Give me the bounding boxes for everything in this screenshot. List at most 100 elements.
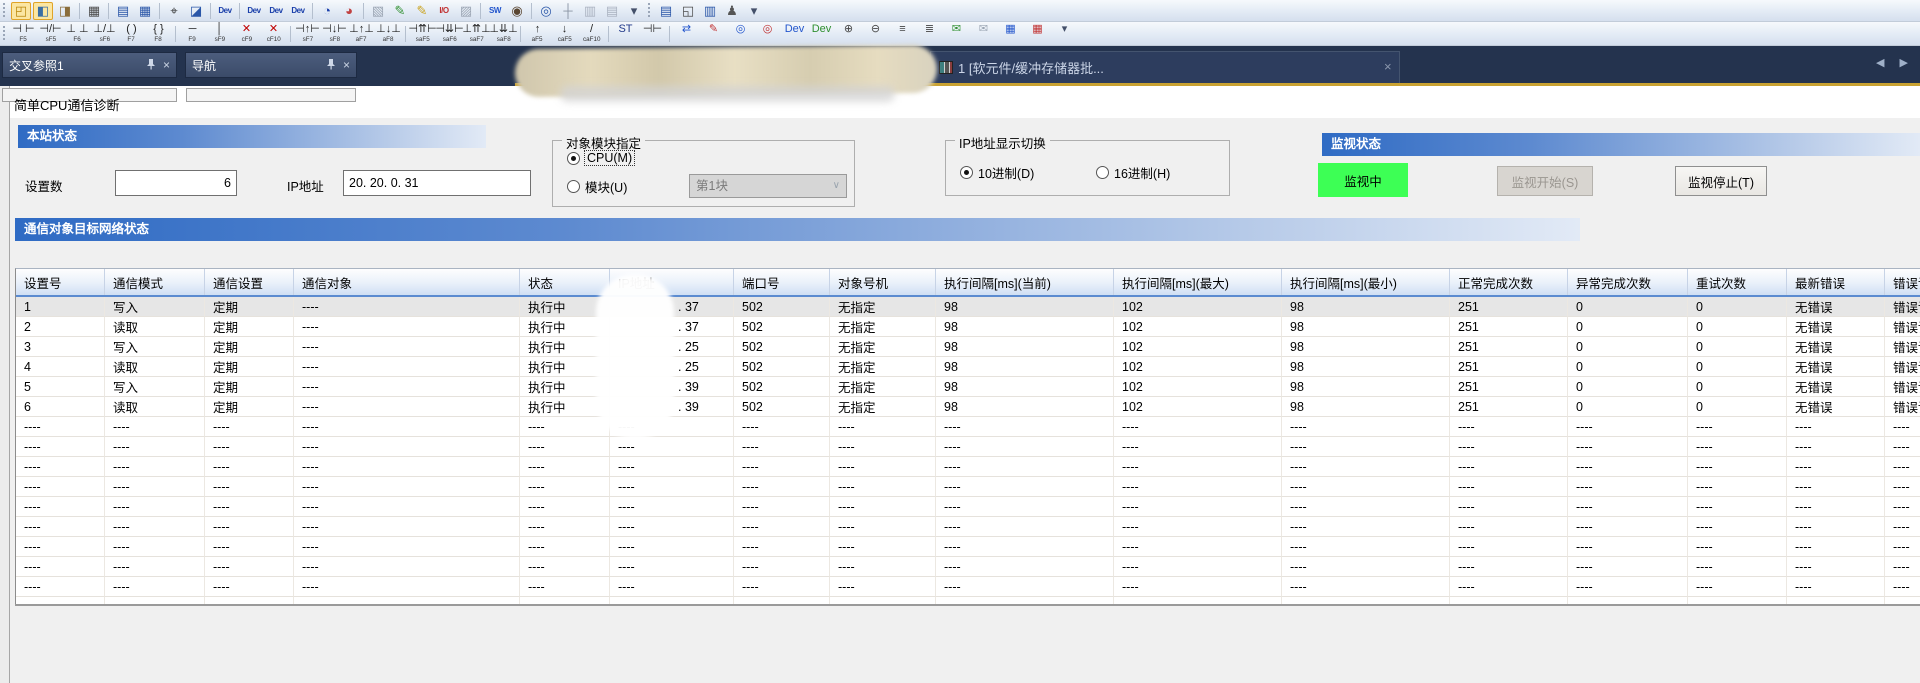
table-row[interactable]: 6读取定期----执行中. 39502无指定981029825100无错误错误详… — [16, 397, 1920, 417]
write-edit-icon[interactable]: ✎ — [390, 2, 410, 20]
table-cell[interactable]: ---- — [830, 417, 936, 437]
table-row[interactable]: 5写入定期----执行中. 39502无指定981029825100无错误错误详… — [16, 377, 1920, 397]
v-line-icon[interactable]: │sF9 — [207, 23, 232, 45]
column-header[interactable]: 执行间隔[ms](最大) — [1114, 269, 1282, 295]
table-cell[interactable]: 错误详细 — [1885, 297, 1920, 317]
table-cell[interactable]: 98 — [936, 337, 1114, 357]
table-row[interactable]: ----------------------------------------… — [16, 537, 1920, 557]
table-cell[interactable]: ---- — [520, 517, 610, 537]
table-cell[interactable]: ---- — [1282, 537, 1450, 557]
table-cell[interactable]: ---- — [294, 477, 520, 497]
table-cell[interactable]: ---- — [205, 537, 294, 557]
table-cell[interactable]: ---- — [610, 457, 734, 477]
table-cell[interactable]: ---- — [734, 437, 830, 457]
st-icon[interactable]: ST — [613, 23, 638, 45]
table-cell[interactable]: ---- — [520, 577, 610, 597]
table-cell[interactable]: ---- — [294, 337, 520, 357]
table-cell[interactable]: ---- — [1688, 417, 1787, 437]
table-cell[interactable]: 502 — [734, 337, 830, 357]
closed-branch-icon[interactable]: ⊥/⊥sF6 — [92, 23, 117, 45]
open-contact-icon[interactable]: ⊣ ⊢F5 — [11, 23, 36, 45]
table-cell[interactable]: ---- — [294, 497, 520, 517]
device-comment-icon[interactable]: ◨ — [55, 2, 75, 20]
table-cell[interactable]: ---- — [205, 517, 294, 537]
table-cell[interactable]: ---- — [1450, 557, 1568, 577]
table-cell[interactable]: 定期 — [205, 397, 294, 417]
overflow-menu-icon[interactable]: ▾ — [744, 2, 764, 20]
table-cell[interactable]: ---- — [1885, 557, 1920, 577]
table-cell[interactable]: ---- — [734, 477, 830, 497]
column-header[interactable]: 通信对象 — [294, 269, 520, 295]
table-cell[interactable]: ---- — [1885, 517, 1920, 537]
delete-row-icon[interactable]: ⊖ — [863, 23, 888, 45]
table-cell[interactable]: 102 — [1114, 317, 1282, 337]
gray-tool-icon[interactable]: ▨ — [456, 2, 476, 20]
table-cell[interactable]: ---- — [610, 477, 734, 497]
table-cell[interactable]: 无错误 — [1787, 357, 1885, 377]
table-cell[interactable]: ---- — [1282, 577, 1450, 597]
table-cell[interactable]: ---- — [16, 537, 105, 557]
table-cell[interactable]: 102 — [1114, 297, 1282, 317]
table-cell[interactable]: 102 — [1114, 377, 1282, 397]
table-cell[interactable]: 98 — [936, 357, 1114, 377]
table-cell[interactable]: ---- — [16, 457, 105, 477]
table-cell[interactable]: ---- — [1568, 557, 1688, 577]
table-cell[interactable]: ---- — [1114, 597, 1282, 604]
table-cell[interactable]: 98 — [1282, 377, 1450, 397]
table-cell[interactable]: ---- — [1450, 437, 1568, 457]
table-cell[interactable]: 102 — [1114, 397, 1282, 417]
pulse-not-branch-icon[interactable]: ⊥⇈⊥saF7 — [464, 23, 489, 45]
table-cell[interactable]: ---- — [16, 597, 105, 604]
table-cell[interactable]: ---- — [1282, 477, 1450, 497]
table-cell[interactable]: ---- — [830, 557, 936, 577]
table-cell[interactable]: ---- — [205, 437, 294, 457]
overflow-menu-icon[interactable]: ▾ — [624, 2, 644, 20]
table-cell[interactable]: 无指定 — [830, 377, 936, 397]
table-cell[interactable]: 定期 — [205, 357, 294, 377]
table-cell[interactable]: ---- — [205, 477, 294, 497]
table-cell[interactable]: 5 — [16, 377, 105, 397]
column-header[interactable]: 正常完成次数 — [1450, 269, 1568, 295]
table-cell[interactable]: ---- — [1787, 457, 1885, 477]
column-header[interactable]: 执行间隔[ms](最小) — [1282, 269, 1450, 295]
invert-result-icon[interactable]: /caF10 — [579, 23, 604, 45]
comment-gray-icon[interactable]: ✉ — [971, 23, 996, 45]
table-cell[interactable]: ---- — [1282, 497, 1450, 517]
table-cell[interactable]: ---- — [1450, 457, 1568, 477]
table-cell[interactable]: ---- — [294, 397, 520, 417]
column-header[interactable]: 异常完成次数 — [1568, 269, 1688, 295]
table-cell[interactable]: 4 — [16, 357, 105, 377]
table-cell[interactable]: 定期 — [205, 337, 294, 357]
table-cell[interactable]: 0 — [1688, 357, 1787, 377]
table-cell[interactable]: 98 — [936, 317, 1114, 337]
table-cell[interactable]: ---- — [1688, 477, 1787, 497]
table-cell[interactable]: ---- — [1114, 457, 1282, 477]
module-number-combobox[interactable]: 第1块 ∨ — [689, 174, 847, 198]
table-cell[interactable]: 502 — [734, 377, 830, 397]
table-row[interactable]: 2读取定期----执行中. 37502无指定981029825100无错误错误详… — [16, 317, 1920, 337]
table-cell[interactable]: 251 — [1450, 357, 1568, 377]
table-cell[interactable]: 无指定 — [830, 317, 936, 337]
toolbar-grip[interactable] — [2, 3, 7, 19]
table-cell[interactable]: 写入 — [105, 377, 205, 397]
table-cell[interactable]: ---- — [205, 457, 294, 477]
monitor-window-icon[interactable]: ◧ — [33, 2, 53, 20]
table-row[interactable]: ----------------------------------------… — [16, 457, 1920, 477]
table-cell[interactable]: 502 — [734, 317, 830, 337]
dev-blue-icon[interactable]: Dev — [782, 23, 807, 45]
table-cell[interactable]: ---- — [294, 297, 520, 317]
table-cell[interactable]: 错误详细 — [1885, 317, 1920, 337]
inline-st-icon[interactable]: ⊣⊢ — [640, 23, 665, 45]
closed-contact-icon[interactable]: ⊣/⊢sF5 — [38, 23, 63, 45]
table-cell[interactable]: ---- — [520, 417, 610, 437]
table-cell[interactable]: 错误详细 — [1885, 357, 1920, 377]
table-cell[interactable]: ---- — [520, 597, 610, 604]
device-batch-monitor-icon[interactable]: Dev — [244, 2, 264, 20]
table-cell[interactable]: 错误详细 — [1885, 377, 1920, 397]
fall-icon[interactable]: ↓caF5 — [552, 23, 577, 45]
device-display-icon[interactable]: Dev — [215, 2, 235, 20]
table-cell[interactable]: ---- — [1885, 457, 1920, 477]
table-cell[interactable]: ---- — [1450, 517, 1568, 537]
table-cell[interactable]: 0 — [1568, 397, 1688, 417]
table-cell[interactable]: ---- — [294, 517, 520, 537]
